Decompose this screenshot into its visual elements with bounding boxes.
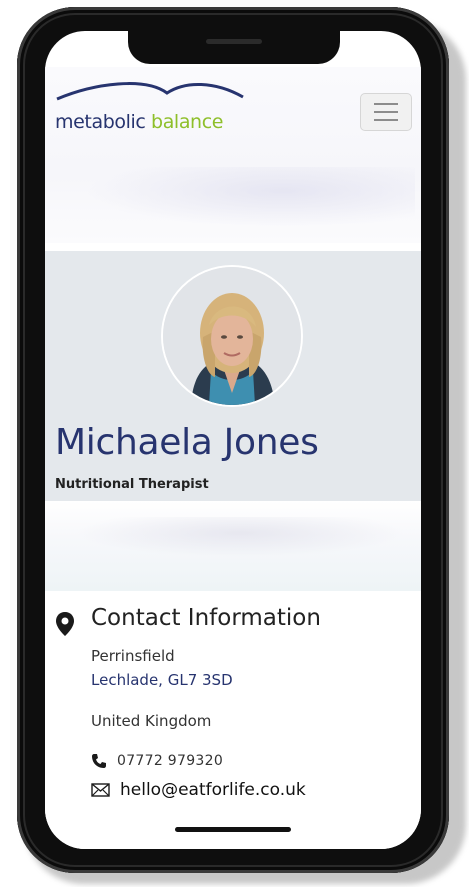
address-country: United Kingdom — [91, 712, 212, 730]
site-header: metabolic balance — [45, 67, 421, 243]
phone-row[interactable]: 07772 979320 — [91, 753, 223, 769]
home-indicator[interactable] — [175, 827, 291, 832]
phone-icon — [92, 754, 106, 768]
logo-word-balance: balance — [151, 111, 224, 133]
phone-notch — [128, 31, 340, 64]
speaker-grille — [206, 39, 262, 44]
address-line1: Perrinsfield — [91, 647, 175, 665]
profile-section: Michaela Jones Nutritional Therapist — [45, 251, 421, 501]
header-swoosh — [85, 167, 415, 227]
email-row[interactable]: hello@eatforlife.co.uk — [91, 780, 306, 800]
logo-arc-icon — [56, 82, 244, 101]
menu-toggle-button[interactable] — [360, 93, 412, 131]
hamburger-icon-line — [374, 119, 398, 121]
hamburger-icon-line — [374, 111, 398, 113]
avatar — [163, 267, 301, 405]
location-pin-icon — [56, 612, 74, 636]
envelope-icon — [91, 783, 110, 797]
logo[interactable]: metabolic balance — [55, 111, 223, 133]
email-address: hello@eatforlife.co.uk — [120, 780, 306, 800]
profile-name: Michaela Jones — [55, 422, 319, 463]
band-swoosh — [75, 517, 405, 557]
contact-section: Contact Information Perrinsfield Lechlad… — [45, 591, 421, 849]
profile-photo — [163, 267, 301, 405]
address-city-link[interactable]: Lechlade, GL7 3SD — [91, 671, 233, 689]
hamburger-icon-line — [374, 103, 398, 105]
decorative-band — [45, 501, 421, 591]
profile-role: Nutritional Therapist — [55, 477, 209, 492]
contact-title: Contact Information — [91, 605, 321, 631]
logo-word-metabolic: metabolic — [55, 111, 146, 133]
phone-screen: metabolic balance Michaela Jones Nutriti… — [45, 31, 421, 849]
phone-number: 07772 979320 — [117, 753, 224, 769]
